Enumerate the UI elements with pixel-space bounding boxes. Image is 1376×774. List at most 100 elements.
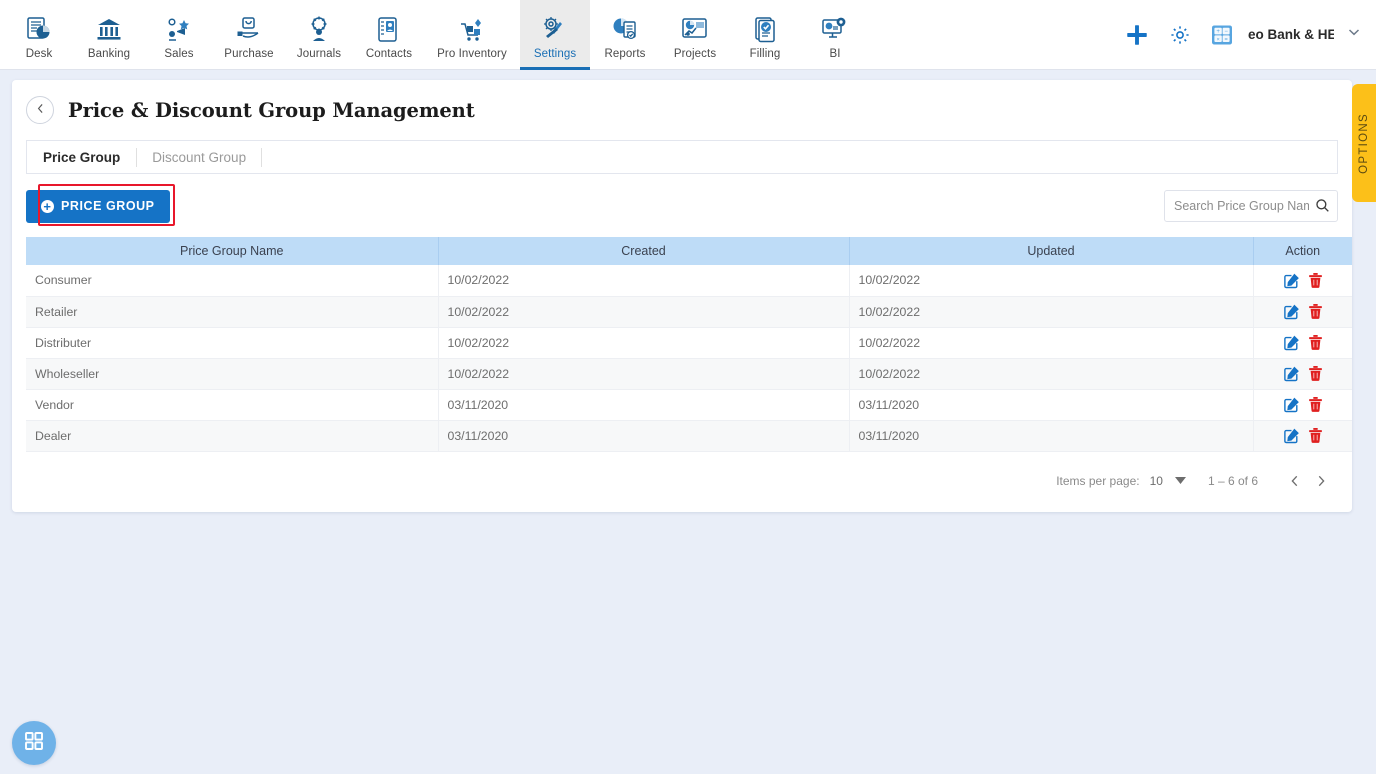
table-row: Retailer 10/02/2022 10/02/2022 — [26, 296, 1352, 328]
col-header-updated: Updated — [849, 237, 1254, 265]
price-group-table-wrapper: Price Group Name Created Updated Action … — [26, 237, 1352, 452]
items-per-page-value[interactable]: 10 — [1150, 474, 1163, 488]
trash-icon[interactable] — [1308, 365, 1323, 382]
cell-price-group-name: Dealer — [26, 420, 439, 452]
edit-pencil-icon[interactable] — [1283, 334, 1300, 351]
trash-icon[interactable] — [1308, 427, 1323, 444]
plus-circle-icon: + — [41, 199, 54, 213]
options-side-tab[interactable]: OPTIONS — [1352, 84, 1376, 202]
page-title: Price & Discount Group Management — [68, 98, 475, 122]
svg-text:=: = — [1224, 36, 1227, 42]
inventory-icon — [457, 13, 487, 45]
nav-item-label: Pro Inventory — [437, 48, 507, 60]
journals-icon — [304, 13, 334, 45]
cell-price-group-name: Retailer — [26, 296, 439, 328]
edit-pencil-icon[interactable] — [1283, 365, 1300, 382]
nav-item-label: Contacts — [365, 48, 413, 60]
cell-price-group-name: Consumer — [26, 265, 439, 297]
back-button[interactable] — [26, 96, 54, 124]
cell-actions — [1253, 327, 1352, 359]
bi-icon — [820, 13, 850, 45]
page-header: Price & Discount Group Management — [12, 80, 1352, 124]
nav-item-banking[interactable]: Banking — [74, 0, 144, 69]
paginator: Items per page: 10 1 – 6 of 6 — [26, 468, 1334, 494]
purchase-icon — [234, 13, 264, 45]
nav-item-reports[interactable]: Reports — [590, 0, 660, 69]
plus-icon[interactable] — [1124, 22, 1150, 48]
trash-icon[interactable] — [1308, 334, 1323, 351]
cell-updated: 03/11/2020 — [849, 389, 1254, 421]
cell-updated: 10/02/2022 — [849, 296, 1254, 328]
next-page-button[interactable] — [1308, 468, 1334, 494]
cell-updated: 10/02/2022 — [849, 358, 1254, 390]
nav-item-purchase[interactable]: Purchase — [214, 0, 284, 69]
add-price-group-button[interactable]: + PRICE GROUP — [26, 189, 170, 223]
table-row: Vendor 03/11/2020 03/11/2020 — [26, 389, 1352, 421]
options-side-tab-label: OPTIONS — [1358, 112, 1370, 174]
table-row: Dealer 03/11/2020 03/11/2020 — [26, 420, 1352, 452]
nav-item-label: Filling — [749, 48, 781, 60]
pagination-range-label: 1 – 6 of 6 — [1207, 473, 1258, 488]
cell-updated: 10/02/2022 — [849, 265, 1254, 297]
add-price-group-button-label: PRICE GROUP — [61, 199, 155, 213]
cell-actions — [1253, 389, 1352, 421]
price-group-table: Price Group Name Created Updated Action … — [26, 237, 1352, 452]
nav-item-journals[interactable]: Journals — [284, 0, 354, 69]
edit-pencil-icon[interactable] — [1283, 303, 1300, 320]
company-name-label: eo Bank & HE — [1248, 27, 1334, 42]
cell-actions — [1253, 265, 1352, 297]
edit-pencil-icon[interactable] — [1283, 427, 1300, 444]
search-input[interactable] — [1164, 190, 1338, 222]
table-body: Consumer 10/02/2022 10/02/2022 Retailer 10/0… — [26, 265, 1352, 452]
nav-item-bi[interactable]: BI — [800, 0, 870, 69]
col-header-action: Action — [1253, 237, 1352, 265]
nav-item-pro-inventory[interactable]: Pro Inventory — [424, 0, 520, 69]
sales-icon — [164, 13, 194, 45]
cell-actions — [1253, 358, 1352, 390]
table-header-row: Price Group Name Created Updated Action — [26, 237, 1352, 265]
cell-created: 10/02/2022 — [438, 327, 850, 359]
dashboard-icon — [24, 13, 54, 45]
nav-item-filling[interactable]: Filling — [730, 0, 800, 69]
tab-price-group[interactable]: Price Group — [27, 141, 136, 173]
cell-created: 10/02/2022 — [438, 296, 850, 328]
nav-item-contacts[interactable]: Contacts — [354, 0, 424, 69]
gear-icon[interactable] — [1168, 23, 1192, 47]
calculator-icon[interactable]: + − × = — [1210, 24, 1234, 46]
caret-down-icon[interactable] — [1174, 474, 1186, 488]
nav-item-desk[interactable]: Desk — [4, 0, 74, 69]
trash-icon[interactable] — [1308, 396, 1323, 413]
chevron-left-icon — [34, 102, 47, 118]
cell-created: 03/11/2020 — [438, 420, 850, 452]
edit-pencil-icon[interactable] — [1283, 272, 1300, 289]
svg-text:−: − — [1224, 29, 1228, 35]
nav-item-label: Desk — [25, 48, 53, 60]
nav-item-label: Projects — [673, 48, 717, 60]
items-per-page-label: Items per page: — [1056, 473, 1140, 488]
tab-discount-group[interactable]: Discount Group — [136, 141, 262, 173]
tab-bar: Price Group Discount Group — [26, 140, 1338, 174]
apps-launcher-button[interactable] — [12, 721, 56, 765]
trash-icon[interactable] — [1308, 272, 1323, 289]
previous-page-button[interactable] — [1282, 468, 1308, 494]
nav-item-label: Sales — [164, 48, 194, 60]
trash-icon[interactable] — [1308, 303, 1323, 320]
nav-item-projects[interactable]: Projects — [660, 0, 730, 69]
edit-pencil-icon[interactable] — [1283, 396, 1300, 413]
cell-price-group-name: Vendor — [26, 389, 439, 421]
tab-label: Price Group — [43, 149, 121, 165]
nav-item-sales[interactable]: Sales — [144, 0, 214, 69]
table-row: Distributer 10/02/2022 10/02/2022 — [26, 327, 1352, 359]
settings-icon — [540, 13, 570, 45]
search-box — [1164, 190, 1338, 222]
col-header-price-group-name: Price Group Name — [26, 237, 439, 265]
top-nav-items: Desk Banking Sales Purchase Journals Contacts… — [0, 0, 870, 70]
bank-icon — [94, 13, 124, 45]
cell-updated: 10/02/2022 — [849, 327, 1254, 359]
nav-item-label: Journals — [296, 48, 342, 60]
chevron-down-icon[interactable] — [1346, 24, 1362, 45]
table-row: Consumer 10/02/2022 10/02/2022 — [26, 265, 1352, 297]
nav-item-settings[interactable]: Settings — [520, 0, 590, 70]
contacts-icon — [374, 13, 404, 45]
cell-actions — [1253, 296, 1352, 328]
